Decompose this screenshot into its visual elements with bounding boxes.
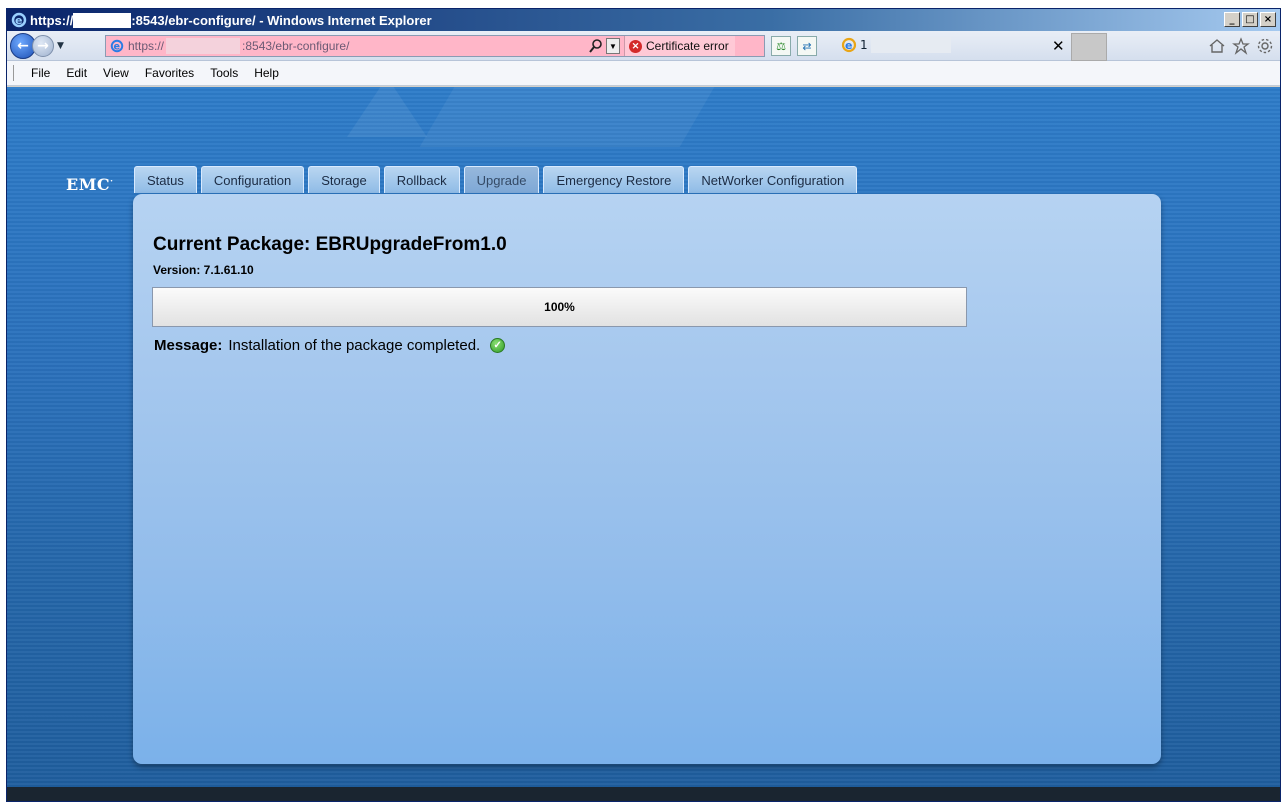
cert-error-icon: ✕ — [629, 39, 642, 53]
close-tab-icon[interactable]: ✕ — [1052, 37, 1065, 55]
window-controls: _ □ × — [1224, 12, 1276, 27]
address-suffix: :8543/ebr-configure/ — [242, 39, 350, 53]
message-label: Message: — [154, 337, 223, 354]
tab-networker-configuration[interactable]: NetWorker Configuration — [688, 166, 858, 193]
browser-icons — [1208, 37, 1274, 55]
navigation-bar: ← → ▼ e https:// :8543/ebr-configure/ ▼ … — [7, 31, 1280, 61]
package-version: Version: 7.1.61.10 — [153, 263, 254, 277]
close-button[interactable]: × — [1260, 12, 1276, 27]
menu-file[interactable]: File — [23, 66, 58, 80]
message-text: Installation of the package completed. — [228, 337, 481, 354]
redacted-address — [166, 38, 241, 54]
app-tabs: Status Configuration Storage Rollback Up… — [134, 166, 858, 193]
redacted-host — [73, 12, 132, 28]
window-title: https:// :8543/ebr-configure/ - Windows … — [30, 12, 432, 28]
tab-upgrade[interactable]: Upgrade — [463, 166, 540, 193]
new-tab-button[interactable] — [1071, 33, 1107, 61]
menu-edit[interactable]: Edit — [58, 66, 95, 80]
menu-favorites[interactable]: Favorites — [137, 66, 202, 80]
compatibility-view-button[interactable]: ⚖ — [771, 36, 791, 56]
tab-configuration[interactable]: Configuration — [200, 166, 305, 193]
svg-text:e: e — [114, 42, 121, 53]
status-message: Message: Installation of the package com… — [154, 337, 506, 354]
browser-window: e https:// :8543/ebr-configure/ - Window… — [6, 8, 1281, 802]
refresh-icon: ⇄ — [802, 39, 812, 53]
back-arrow-icon: ← — [17, 37, 29, 54]
background-decoration — [419, 87, 715, 147]
history-dropdown-icon[interactable]: ▼ — [57, 41, 64, 51]
home-icon[interactable] — [1208, 37, 1226, 55]
maximize-button[interactable]: □ — [1242, 12, 1258, 27]
tab-rollback[interactable]: Rollback — [383, 166, 460, 193]
progress-label: 100% — [544, 300, 575, 314]
gear-icon[interactable] — [1256, 37, 1274, 55]
address-bar[interactable]: e https:// :8543/ebr-configure/ ▼ ✕ Cert… — [105, 35, 765, 57]
tab-emergency-restore[interactable]: Emergency Restore — [543, 166, 685, 193]
tab-storage[interactable]: Storage — [308, 166, 380, 193]
progress-bar: 100% — [152, 287, 967, 327]
redacted-tab-title — [870, 37, 951, 53]
package-title: Current Package: EBRUpgradeFrom1.0 — [153, 234, 507, 255]
page-content: EMC· Status Configuration Storage Rollba… — [7, 87, 1280, 787]
forward-button[interactable]: → — [32, 34, 54, 57]
status-bar — [7, 787, 1280, 801]
checkmark-icon: ✓ — [490, 338, 506, 353]
certificate-error-button[interactable]: ✕ Certificate error — [624, 36, 735, 56]
menu-help[interactable]: Help — [246, 66, 287, 80]
address-dropdown-icon[interactable]: ▼ — [606, 38, 620, 54]
star-icon[interactable] — [1232, 37, 1250, 55]
ie-tab-icon: e — [841, 37, 857, 53]
menu-tools[interactable]: Tools — [202, 66, 246, 80]
menu-bar: File Edit View Favorites Tools Help — [7, 61, 1280, 86]
title-bar: e https:// :8543/ebr-configure/ - Window… — [7, 9, 1280, 31]
ie-logo-icon: e — [11, 12, 27, 28]
menu-view[interactable]: View — [95, 66, 137, 80]
upgrade-panel: Current Package: EBRUpgradeFrom1.0 Versi… — [133, 194, 1161, 764]
background-decoration — [347, 87, 427, 137]
compatibility-icon: ⚖ — [776, 39, 786, 53]
minimize-button[interactable]: _ — [1224, 12, 1240, 27]
browser-tab[interactable]: e 1 — [841, 37, 951, 53]
forward-arrow-icon: → — [37, 37, 49, 54]
menu-grip — [13, 65, 15, 81]
address-prefix: https:// — [128, 39, 165, 53]
tab-status[interactable]: Status — [134, 166, 197, 193]
refresh-button[interactable]: ⇄ — [797, 36, 817, 56]
emc-logo: EMC· — [66, 175, 114, 194]
search-icon[interactable] — [588, 38, 604, 54]
svg-text:e: e — [845, 39, 852, 52]
ie-page-icon: e — [109, 38, 125, 54]
tab-label: 1 — [860, 38, 868, 52]
svg-text:e: e — [15, 14, 22, 27]
